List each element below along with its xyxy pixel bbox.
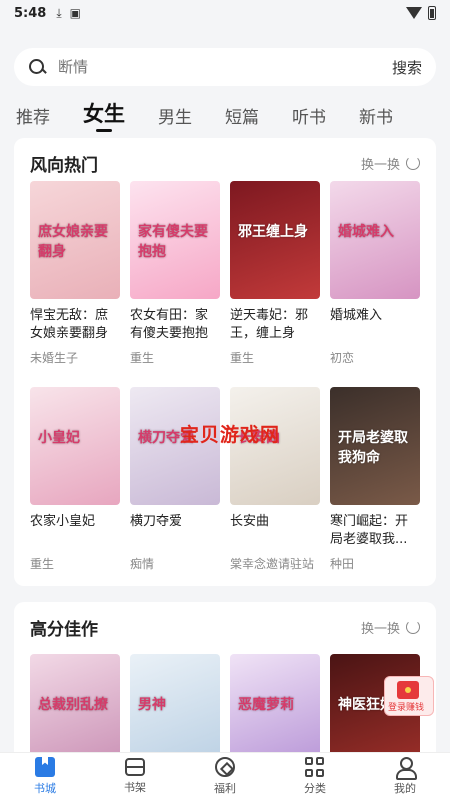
login-reward-label: 登录赚钱 <box>388 703 425 713</box>
book-item[interactable]: 长安曲 长安曲 棠幸念邀请驻站 <box>230 387 320 572</box>
book-cover[interactable]: 小皇妃 <box>30 387 120 505</box>
book-tag: 初恋 <box>330 351 355 365</box>
bookshelf-icon <box>125 758 145 776</box>
book-title[interactable]: 寒门崛起：开局老婆取我... <box>330 513 420 549</box>
book-cover-text: 庶女娘亲要翻身 <box>38 224 108 260</box>
book-title[interactable]: 婚城难入 <box>330 307 420 343</box>
status-bar: 5:48 ⤓ ▣ <box>0 0 450 26</box>
book-item[interactable]: 邪王缠上身逆天毒妃：邪王，缠上身重生 <box>230 181 320 366</box>
section-top-rated: 高分佳作 换一换 总裁别乱撩 男神 恶魔萝莉 神医狂妃 <box>14 602 436 762</box>
nav-label: 书架 <box>124 781 146 794</box>
nav-label: 我的 <box>394 782 416 795</box>
profile-icon <box>395 757 417 780</box>
section-title: 高分佳作 <box>30 619 98 640</box>
book-cover[interactable]: 婚城难入 <box>330 181 420 299</box>
book-cover[interactable]: 总裁别乱撩 <box>30 654 120 762</box>
book-tag: 痴情 <box>130 557 155 571</box>
book-cover-text: 婚城难入 <box>338 224 394 240</box>
book-tag: 重生 <box>30 557 55 571</box>
book-title[interactable]: 长安曲 <box>230 513 320 549</box>
book-cover[interactable]: 开局老婆取我狗命 <box>330 387 420 505</box>
refresh-button[interactable]: 换一换 <box>361 618 420 637</box>
search-bar[interactable]: 搜索 <box>14 48 436 86</box>
tab-recommend[interactable]: 推荐 <box>16 103 50 128</box>
bookstore-icon <box>35 757 55 777</box>
wifi-icon <box>406 7 422 19</box>
book-title[interactable]: 悍宝无敌：庶女娘亲要翻身 <box>30 307 120 343</box>
refresh-icon <box>406 156 420 170</box>
search-input[interactable] <box>58 58 392 76</box>
book-cover-text: 男神 <box>138 697 166 713</box>
nav-label: 福利 <box>214 782 236 795</box>
book-cover-text: 家有傻夫要抱抱 <box>138 224 208 260</box>
status-time: 5:48 <box>14 5 47 21</box>
book-title[interactable]: 农女有田：家有傻夫要抱抱 <box>130 307 220 343</box>
book-cover-text: 开局老婆取我狗命 <box>338 430 408 466</box>
tab-male[interactable]: 男生 <box>158 103 192 128</box>
search-icon <box>28 58 46 76</box>
refresh-button[interactable]: 换一换 <box>361 154 420 173</box>
nav-welfare[interactable]: 福利 <box>190 757 260 796</box>
tab-audiobook[interactable]: 听书 <box>292 103 326 128</box>
bottom-nav: 书城 书架 福利 分类 我的 <box>0 752 450 800</box>
section-trending: 风向热门 换一换 庶女娘亲要翻身 悍宝无敌：庶女娘亲要翻身 未婚生子 家有傻夫要抱抱农… <box>14 138 436 586</box>
book-cover-text: 小皇妃 <box>38 430 80 446</box>
book-cover[interactable]: 庶女娘亲要翻身 <box>30 181 120 299</box>
book-tag: 棠幸念邀请驻站 <box>230 557 315 571</box>
book-cover[interactable]: 男神 <box>130 654 220 762</box>
nav-bookshelf[interactable]: 书架 <box>100 758 170 795</box>
nav-label: 分类 <box>304 782 326 795</box>
book-cover-text: 总裁别乱撩 <box>38 697 108 713</box>
book-cover-text: 恶魔萝莉 <box>238 697 294 713</box>
book-cover-text: 邪王缠上身 <box>238 224 308 240</box>
book-cover[interactable]: 邪王缠上身 <box>230 181 320 299</box>
book-tag: 重生 <box>130 351 155 365</box>
tab-short[interactable]: 短篇 <box>225 103 259 128</box>
book-item[interactable]: 小皇妃农家小皇妃重生 <box>30 387 120 572</box>
tab-new-books[interactable]: 新书 <box>359 103 393 128</box>
battery-icon <box>428 6 436 20</box>
red-envelope-icon <box>397 681 419 699</box>
category-tabs: 推荐 女生 男生 短篇 听书 新书 <box>16 98 436 132</box>
book-title[interactable]: 逆天毒妃：邪王，缠上身 <box>230 307 320 343</box>
nav-label: 书城 <box>34 782 56 795</box>
book-title[interactable]: 农家小皇妃 <box>30 513 120 549</box>
refresh-label: 换一换 <box>360 157 400 173</box>
book-tag: 种田 <box>330 557 355 571</box>
a-badge-icon: ▣ <box>69 6 81 20</box>
book-item[interactable]: 恶魔萝莉 <box>230 654 320 762</box>
book-item[interactable]: 开局老婆取我狗命 寒门崛起：开局老婆取我... 种田 <box>330 387 420 572</box>
book-item[interactable]: 庶女娘亲要翻身 悍宝无敌：庶女娘亲要翻身未婚生子 <box>30 181 120 366</box>
watermark-text: 宝贝游戏网 <box>180 424 281 446</box>
download-icon: ⤓ <box>56 5 62 20</box>
book-item[interactable]: 男神 <box>130 654 220 762</box>
login-reward-button[interactable]: 登录赚钱 <box>384 676 434 716</box>
search-button[interactable]: 搜索 <box>392 57 422 78</box>
section-title: 风向热门 <box>30 155 98 176</box>
welfare-icon <box>215 757 235 777</box>
refresh-icon <box>406 620 420 634</box>
book-item[interactable]: 婚城难入 婚城难入 初恋 <box>330 181 420 366</box>
book-item[interactable]: 总裁别乱撩 <box>30 654 120 762</box>
tab-female[interactable]: 女生 <box>83 98 125 132</box>
nav-profile[interactable]: 我的 <box>370 757 440 796</box>
nav-category[interactable]: 分类 <box>280 757 350 796</box>
book-item[interactable]: 横刀夺爱 横刀夺爱 痴情 <box>130 387 220 572</box>
book-title[interactable]: 横刀夺爱 <box>130 513 220 549</box>
category-icon <box>305 757 325 777</box>
book-tag: 未婚生子 <box>30 351 79 365</box>
book-cover[interactable]: 恶魔萝莉 <box>230 654 320 762</box>
book-tag: 重生 <box>230 351 255 365</box>
book-item[interactable]: 家有傻夫要抱抱 农女有田：家有傻夫要抱抱重生 <box>130 181 220 366</box>
nav-bookstore[interactable]: 书城 <box>10 757 80 796</box>
book-cover[interactable]: 家有傻夫要抱抱 <box>130 181 220 299</box>
refresh-label: 换一换 <box>360 621 400 637</box>
